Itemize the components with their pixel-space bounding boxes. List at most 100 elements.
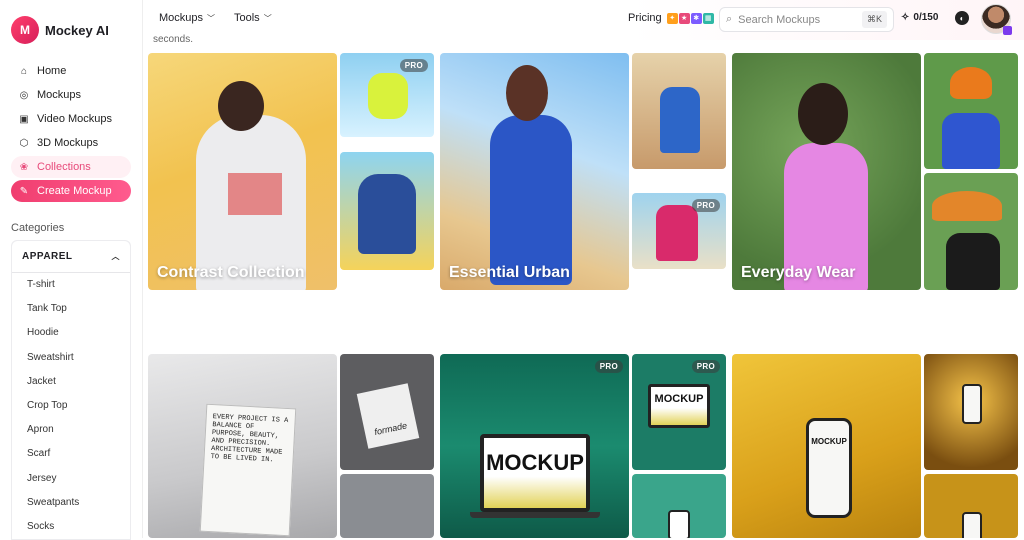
brand-name: Mockey AI: [45, 22, 109, 38]
chevron-down-icon: ﹀: [263, 13, 272, 23]
mockup-tile[interactable]: formade: [340, 354, 434, 470]
collection-card-contrast[interactable]: Contrast Collection: [148, 53, 337, 290]
pro-badge: PRO: [691, 199, 720, 212]
mockup-tile[interactable]: [924, 173, 1018, 290]
menu-tools[interactable]: Tools ﹀: [234, 12, 272, 24]
mockup-tile[interactable]: PRO: [340, 53, 434, 137]
mockup-tile[interactable]: [924, 354, 1018, 470]
search-input[interactable]: ⌕ Search Mockups ⌘K: [719, 7, 894, 32]
model-photo: [368, 73, 408, 119]
cube-icon: ⬡: [19, 137, 29, 149]
intro-text-fragment: seconds.: [153, 34, 194, 45]
book-mockup: formade: [356, 383, 420, 449]
pro-badge: PRO: [594, 360, 623, 373]
grid-icon: ▦: [702, 12, 714, 24]
mockup-tile[interactable]: [340, 474, 434, 538]
phone-mockup: MOCKUP: [806, 418, 852, 518]
sidebar-item-home[interactable]: ⌂ Home: [11, 60, 131, 82]
credits-counter[interactable]: ✧ 0/150: [901, 12, 938, 23]
model-photo: [490, 115, 572, 285]
mockup-tile[interactable]: MOCKUP PRO: [632, 354, 726, 470]
poster-mockup: EVERY PROJECT IS A BALANCE OF PURPOSE, B…: [199, 403, 297, 537]
model-hair: [798, 83, 848, 145]
phone-mockup: [962, 384, 982, 424]
collection-title: Essential Urban: [449, 264, 570, 281]
mockup-tile[interactable]: [924, 53, 1018, 169]
category-panel: APPAREL ︿ T-shirt Tank Top Hoodie Sweats…: [11, 240, 131, 540]
category-group-apparel[interactable]: APPAREL ︿: [12, 241, 130, 273]
mockup-tile[interactable]: [924, 474, 1018, 538]
category-item[interactable]: Jacket: [12, 370, 130, 394]
chevron-down-icon: ﹀: [207, 13, 216, 23]
mockup-tile[interactable]: [340, 152, 434, 270]
category-item[interactable]: Scarf: [12, 442, 130, 466]
sidebar-item-label: Mockups: [37, 89, 82, 101]
sidebar-item-label: 3D Mockups: [37, 137, 99, 149]
mockup-tile[interactable]: [632, 474, 726, 538]
collection-card-essential-urban[interactable]: Essential Urban: [440, 53, 629, 290]
brand-logo[interactable]: M Mockey AI: [11, 16, 109, 44]
sidebar-item-3d-mockups[interactable]: ⬡ 3D Mockups: [11, 132, 131, 154]
laptop-base: [470, 512, 600, 518]
search-shortcut: ⌘K: [861, 11, 887, 28]
category-item[interactable]: Hoodie: [12, 321, 130, 345]
category-item[interactable]: Sweatpants: [12, 491, 130, 515]
credits-value: 0/150: [913, 12, 939, 23]
globe-icon: ◎: [19, 89, 29, 101]
model-photo: [358, 174, 416, 254]
extension-icon[interactable]: ◐: [955, 11, 969, 25]
collection-card-everyday-wear[interactable]: Everyday Wear: [732, 53, 921, 290]
mockup-tile[interactable]: PRO: [632, 193, 726, 269]
model-photo: [932, 191, 1002, 221]
star-icon: ★: [678, 12, 690, 24]
model-hair: [218, 81, 264, 131]
sparkle-icon: ✧: [901, 12, 910, 23]
chevron-up-icon: ︿: [111, 252, 120, 261]
mockup-card-laptop[interactable]: MOCKUP PRO: [440, 354, 629, 538]
categories-heading: Categories: [11, 222, 65, 234]
create-icon: ✎: [19, 185, 29, 197]
create-mockup-button[interactable]: ✎ Create Mockup: [11, 180, 131, 202]
sidebar-item-mockups[interactable]: ◎ Mockups: [11, 84, 131, 106]
sidebar-item-label: Collections: [37, 161, 91, 173]
snowflake-icon: ✱: [690, 12, 702, 24]
model-photo: [656, 205, 698, 261]
category-item[interactable]: Jersey: [12, 467, 130, 491]
laptop-screen: MOCKUP: [480, 434, 590, 512]
pro-badge: PRO: [399, 59, 428, 72]
sidebar-nav: ⌂ Home ◎ Mockups ▣ Video Mockups ⬡ 3D Mo…: [11, 60, 131, 204]
mockup-card-poster[interactable]: EVERY PROJECT IS A BALANCE OF PURPOSE, B…: [148, 354, 337, 538]
model-photo: [942, 113, 1000, 169]
sidebar-item-label: Video Mockups: [37, 113, 113, 125]
phone-mockup: [668, 510, 690, 538]
sidebar-item-collections[interactable]: ❀ Collections: [11, 156, 131, 178]
category-list: T-shirt Tank Top Hoodie Sweatshirt Jacke…: [12, 273, 130, 540]
category-item[interactable]: Sweatshirt: [12, 346, 130, 370]
mockup-card-phone[interactable]: MOCKUP: [732, 354, 921, 538]
menu-label: Tools: [234, 12, 260, 24]
category-item[interactable]: T-shirt: [12, 273, 130, 297]
search-icon: ⌕: [726, 13, 733, 25]
category-item[interactable]: Crop Top: [12, 394, 130, 418]
home-icon: ⌂: [20, 65, 28, 77]
category-group-label: APPAREL: [22, 251, 73, 262]
spark-icon: ✦: [666, 12, 678, 24]
mockup-tile[interactable]: [632, 53, 726, 169]
pricing-link[interactable]: Pricing ✦ ★ ✱ ▦: [628, 12, 714, 24]
category-item[interactable]: Tank Top: [12, 297, 130, 321]
pro-badge: PRO: [691, 360, 720, 373]
sidebar-item-video-mockups[interactable]: ▣ Video Mockups: [11, 108, 131, 130]
model-photo: [950, 67, 992, 99]
pricing-label: Pricing: [628, 12, 662, 24]
phone-mockup: [962, 512, 982, 538]
search-placeholder: Search Mockups: [738, 13, 821, 26]
category-item[interactable]: Socks: [12, 515, 130, 539]
collection-title: Contrast Collection: [157, 264, 305, 281]
menu-mockups[interactable]: Mockups ﹀: [159, 12, 215, 24]
category-item[interactable]: Apron: [12, 418, 130, 442]
model-photo: [660, 87, 700, 153]
model-hair: [506, 65, 548, 121]
laptop-screen: MOCKUP: [648, 384, 710, 428]
sweatshirt-print: [228, 173, 282, 215]
collections-icon: ❀: [19, 161, 29, 173]
